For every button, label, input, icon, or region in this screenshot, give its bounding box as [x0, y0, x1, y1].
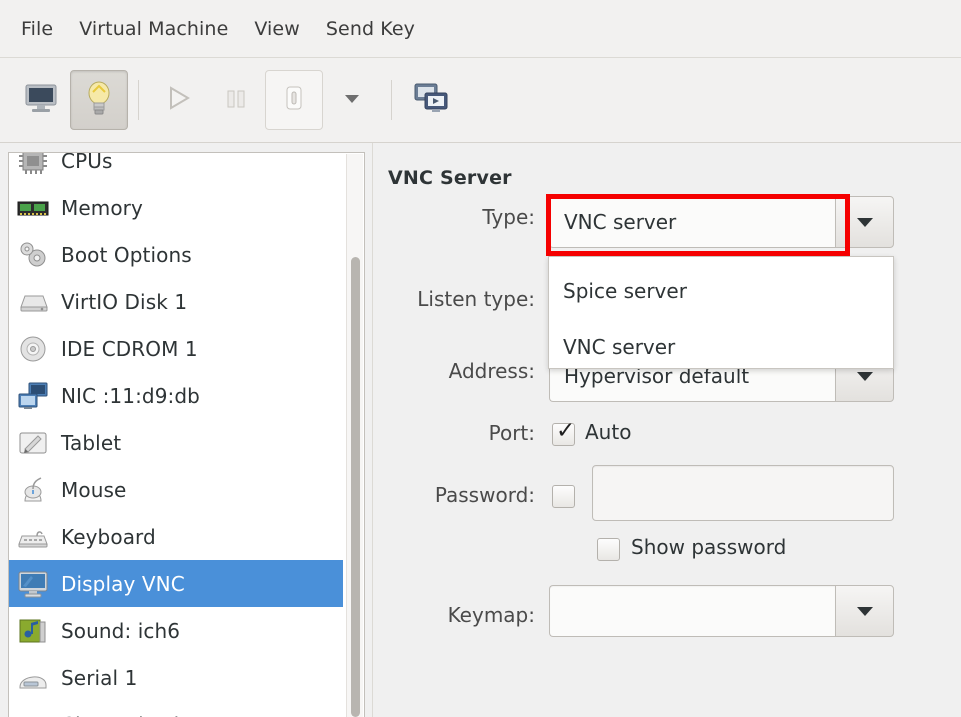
sidebar-item-label: Memory	[61, 195, 143, 220]
menu-view[interactable]: View	[241, 14, 313, 44]
sidebar-item-keyboard[interactable]: Keyboard	[9, 513, 343, 560]
shutdown-button[interactable]	[265, 70, 323, 130]
channel-icon	[17, 710, 49, 717]
sidebar-item-boot-options[interactable]: Boot Options	[9, 231, 343, 278]
sidebar-scrollbar-thumb[interactable]	[351, 257, 360, 717]
dropdown-option-vnc-server[interactable]: VNC server	[549, 319, 893, 375]
sidebar-item-sound[interactable]: Sound: ich6	[9, 607, 343, 654]
sidebar-item-channel-spice[interactable]: Channel spice	[9, 701, 343, 717]
memory-icon	[17, 193, 49, 223]
sidebar-item-memory[interactable]: Memory	[9, 184, 343, 231]
sidebar-item-label: Boot Options	[61, 242, 192, 267]
chevron-down-icon	[856, 606, 873, 616]
sidebar-item-label: Keyboard	[61, 524, 156, 549]
pause-bars-icon	[223, 83, 249, 117]
password-enable-checkbox[interactable]	[552, 485, 575, 508]
sidebar-item-tablet[interactable]: Tablet	[9, 419, 343, 466]
cpu-icon	[17, 153, 49, 176]
keymap-combo-value[interactable]	[549, 585, 835, 637]
menu-virtual-machine[interactable]: Virtual Machine	[66, 14, 241, 44]
sidebar-item-label: Sound: ich6	[61, 618, 181, 643]
sidebar-scrollbar[interactable]	[346, 154, 363, 717]
play-triangle-icon	[163, 83, 193, 117]
label-keymap: Keymap:	[447, 603, 535, 627]
dropdown-option-spice-server[interactable]: Spice server	[549, 263, 893, 319]
show-password-label: Show password	[631, 535, 787, 559]
cdrom-icon	[17, 334, 49, 364]
menu-send-key[interactable]: Send Key	[313, 14, 428, 44]
label-type: Type:	[482, 205, 535, 229]
network-icon	[17, 381, 49, 411]
keymap-combo[interactable]	[549, 585, 894, 637]
chevron-down-icon	[341, 87, 363, 113]
sidebar-item-virtio-disk-1[interactable]: VirtIO Disk 1	[9, 278, 343, 325]
port-auto-label: Auto	[585, 420, 632, 444]
label-password: Password:	[434, 483, 535, 507]
toolbar-separator-1	[138, 80, 139, 120]
sidebar-item-label: IDE CDROM 1	[61, 336, 198, 361]
port-auto-checkbox[interactable]: ✓	[552, 418, 576, 446]
page-title: VNC Server	[388, 167, 512, 189]
toolbar	[0, 58, 961, 143]
menu-bar: File Virtual Machine View Send Key	[0, 0, 961, 58]
pause-button[interactable]	[207, 70, 265, 130]
virt-manager-window: File Virtual Machine View Send Key CPUs …	[0, 0, 961, 717]
toolbar-separator-2	[391, 80, 392, 120]
manage-snapshots-button[interactable]	[402, 70, 460, 130]
sidebar-item-cpus[interactable]: CPUs	[9, 152, 343, 184]
tablet-icon	[17, 428, 49, 458]
keymap-combo-arrow-button[interactable]	[835, 585, 894, 637]
chevron-down-icon	[856, 217, 873, 227]
sidebar-item-label: Display VNC	[61, 571, 185, 596]
serial-icon	[17, 663, 49, 693]
sidebar-item-label: Tablet	[61, 430, 122, 455]
run-button[interactable]	[149, 70, 207, 130]
label-listen-type: Listen type:	[417, 287, 535, 311]
hardware-list[interactable]: CPUs Memory Boot Options VirtIO Disk 1 I…	[8, 152, 365, 717]
sidebar-item-label: VirtIO Disk 1	[61, 289, 188, 314]
type-combo[interactable]: VNC server	[549, 196, 894, 248]
checkmark-icon: ✓	[556, 418, 576, 444]
keyboard-icon	[17, 522, 49, 552]
mouse-icon	[17, 475, 49, 505]
sidebar-item-label: CPUs	[61, 152, 113, 173]
lightbulb-icon	[84, 80, 114, 120]
sidebar-item-label: Channel spice	[61, 713, 203, 717]
label-port: Port:	[488, 421, 535, 445]
sidebar-item-display-vnc[interactable]: Display VNC	[9, 560, 343, 607]
sidebar-item-serial-1[interactable]: Serial 1	[9, 654, 343, 701]
power-shutdown-icon	[283, 84, 305, 116]
gears-icon	[17, 240, 49, 270]
type-combo-arrow-button[interactable]	[835, 196, 894, 248]
sidebar-item-label: Serial 1	[61, 665, 138, 690]
sidebar-item-label: NIC :11:d9:db	[61, 383, 200, 408]
display-icon	[17, 569, 49, 599]
sound-icon	[17, 616, 49, 646]
menu-file[interactable]: File	[8, 14, 66, 44]
type-combo-value[interactable]: VNC server	[549, 196, 835, 248]
sidebar-item-nic[interactable]: NIC :11:d9:db	[9, 372, 343, 419]
hardware-list-items: CPUs Memory Boot Options VirtIO Disk 1 I…	[9, 152, 343, 717]
show-details-button[interactable]	[70, 70, 128, 130]
type-combo-dropdown[interactable]: Spice server VNC server	[548, 256, 894, 369]
vnc-server-panel: VNC Server Type: VNC server Listen type:…	[373, 144, 961, 717]
sidebar-item-label: Mouse	[61, 477, 127, 502]
screens-snapshot-icon	[413, 82, 449, 118]
sidebar-item-mouse[interactable]: Mouse	[9, 466, 343, 513]
shutdown-menu-button[interactable]	[323, 70, 381, 130]
label-address: Address:	[448, 359, 535, 383]
harddisk-icon	[17, 287, 49, 317]
password-input[interactable]	[592, 465, 894, 521]
monitor-icon	[24, 83, 58, 117]
sidebar-item-ide-cdrom-1[interactable]: IDE CDROM 1	[9, 325, 343, 372]
show-console-button[interactable]	[12, 70, 70, 130]
show-password-checkbox[interactable]	[597, 538, 620, 561]
